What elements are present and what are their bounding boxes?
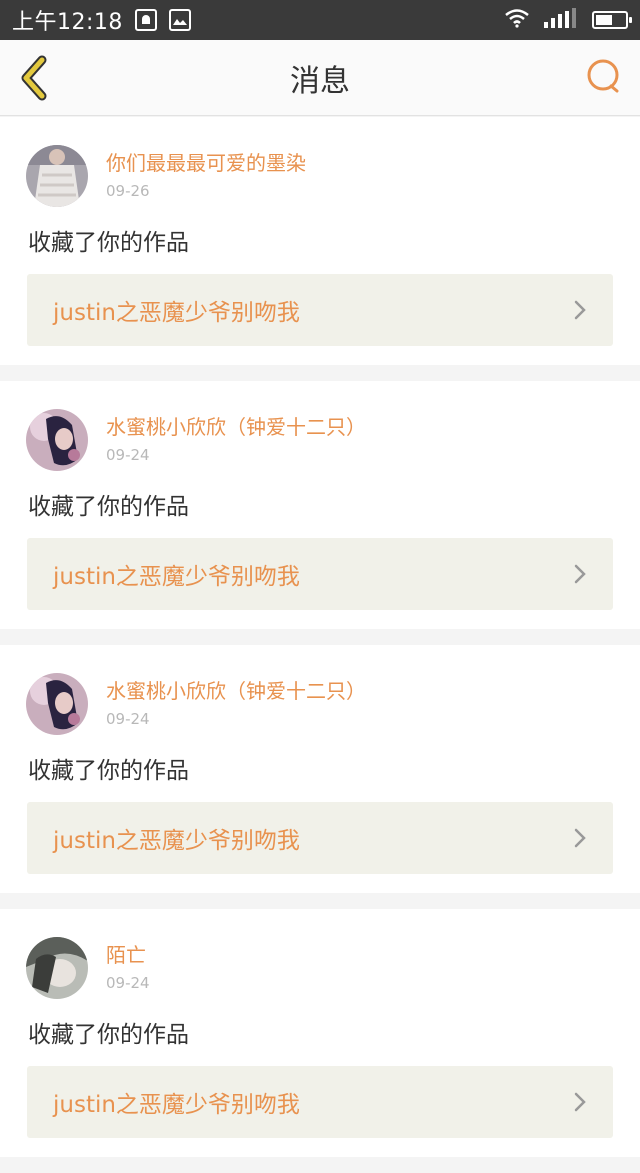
message-date: 09-24 [106, 710, 150, 728]
message-action: 收藏了你的作品 [28, 758, 189, 784]
work-title: justin之恶魔少爷别吻我 [53, 300, 300, 326]
message-date: 09-24 [106, 446, 150, 464]
username[interactable]: 你们最最最可爱的墨染 [106, 147, 306, 176]
chevron-right-icon [574, 828, 586, 848]
avatar[interactable] [26, 145, 88, 207]
wifi-icon [504, 8, 530, 32]
chevron-left-icon [21, 55, 47, 101]
message-item: 陌亡 09-24 收藏了你的作品 justin之恶魔少爷别吻我 [0, 909, 640, 1157]
avatar[interactable] [26, 937, 88, 999]
back-button[interactable] [16, 54, 56, 102]
username[interactable]: 陌亡 [106, 939, 146, 968]
notification-icon [134, 9, 157, 31]
work-link[interactable]: justin之恶魔少爷别吻我 [27, 538, 613, 610]
chevron-right-icon [574, 1092, 586, 1112]
avatar[interactable] [26, 409, 88, 471]
avatar[interactable] [26, 673, 88, 735]
work-link[interactable]: justin之恶魔少爷别吻我 [27, 1066, 613, 1138]
chevron-right-icon [574, 564, 586, 584]
status-bar: 上午12:18 [0, 0, 640, 40]
message-action: 收藏了你的作品 [28, 1022, 189, 1048]
work-link[interactable]: justin之恶魔少爷别吻我 [27, 274, 613, 346]
work-title: justin之恶魔少爷别吻我 [53, 828, 300, 854]
work-title: justin之恶魔少爷别吻我 [53, 1092, 300, 1118]
message-item: 你们最最最可爱的墨染 09-26 收藏了你的作品 justin之恶魔少爷别吻我 [0, 117, 640, 365]
message-date: 09-24 [106, 974, 150, 992]
page-title: 消息 [290, 63, 350, 99]
message-action: 收藏了你的作品 [28, 230, 189, 256]
chevron-right-icon [574, 300, 586, 320]
message-date: 09-26 [106, 182, 150, 200]
signal-icon [544, 8, 578, 32]
image-icon [168, 9, 191, 31]
username[interactable]: 水蜜桃小欣欣（钟爱十二只） [106, 411, 366, 440]
search-icon [587, 59, 619, 93]
battery-icon [592, 11, 632, 29]
status-time: 上午12:18 [12, 10, 123, 35]
message-list: 你们最最最可爱的墨染 09-26 收藏了你的作品 justin之恶魔少爷别吻我 … [0, 117, 640, 1173]
nav-bar: 消息 [0, 40, 640, 116]
search-button[interactable] [584, 56, 624, 96]
message-action: 收藏了你的作品 [28, 494, 189, 520]
work-link[interactable]: justin之恶魔少爷别吻我 [27, 802, 613, 874]
work-title: justin之恶魔少爷别吻我 [53, 564, 300, 590]
message-item: 水蜜桃小欣欣（钟爱十二只） 09-24 收藏了你的作品 justin之恶魔少爷别… [0, 645, 640, 893]
message-item: 水蜜桃小欣欣（钟爱十二只） 09-24 收藏了你的作品 justin之恶魔少爷别… [0, 381, 640, 629]
username[interactable]: 水蜜桃小欣欣（钟爱十二只） [106, 675, 366, 704]
